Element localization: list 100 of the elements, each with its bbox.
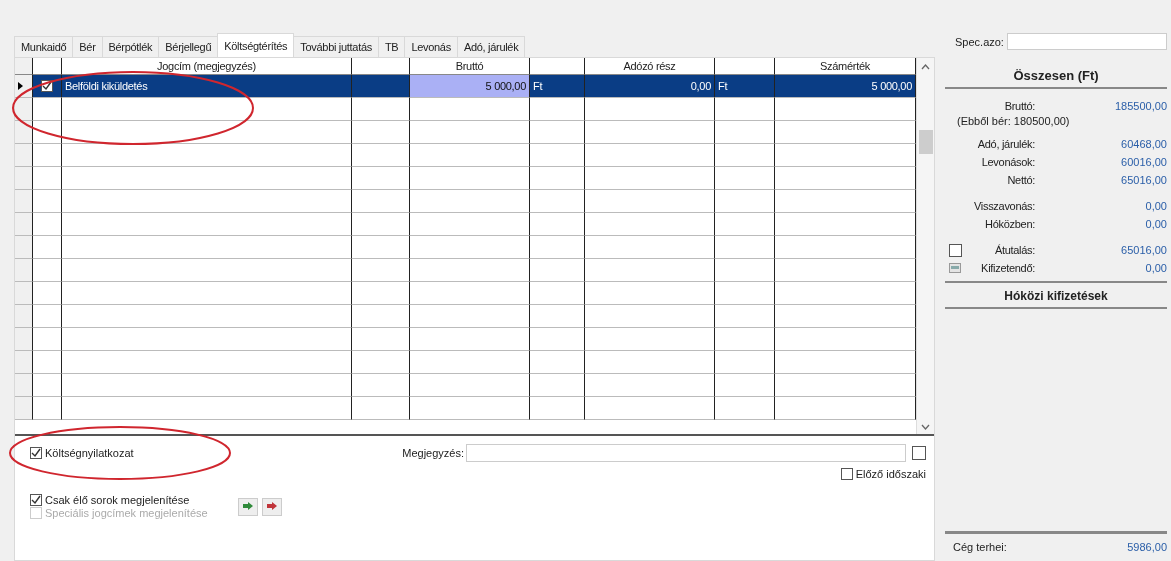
summary-value: 65016,00 bbox=[1120, 244, 1167, 256]
row-header bbox=[15, 259, 33, 282]
summary-value: 0,00 bbox=[1144, 262, 1167, 274]
checkbox[interactable] bbox=[30, 447, 42, 459]
table-cell[interactable]: 5 000,00 bbox=[410, 75, 530, 98]
input-field[interactable] bbox=[466, 444, 906, 462]
table-cell bbox=[530, 259, 585, 282]
summary-label: Visszavonás: bbox=[973, 200, 1035, 212]
row-header bbox=[15, 282, 33, 305]
row-header bbox=[15, 351, 33, 374]
table-cell bbox=[715, 190, 775, 213]
table-cell bbox=[352, 75, 410, 98]
table-cell bbox=[33, 351, 62, 374]
checkbox-label[interactable]: Költségnyilatkozat bbox=[45, 447, 134, 459]
table-cell bbox=[715, 144, 775, 167]
table-cell: Ft bbox=[530, 75, 585, 98]
section-title: Hóközi kifizetések bbox=[945, 283, 1167, 309]
summary-label: Levonások: bbox=[980, 156, 1035, 168]
checkbox-cell[interactable] bbox=[33, 75, 62, 98]
table-cell bbox=[530, 213, 585, 236]
tab[interactable]: Költségtérítés bbox=[217, 33, 295, 57]
summary-value: 0,00 bbox=[1144, 218, 1167, 230]
summary-label: Átutalás: bbox=[993, 244, 1035, 256]
summary-value: 60468,00 bbox=[1120, 138, 1167, 150]
table-cell bbox=[33, 98, 62, 121]
row-header bbox=[15, 144, 33, 167]
add-row-icon[interactable] bbox=[237, 497, 258, 516]
input-field[interactable] bbox=[1006, 33, 1167, 50]
tab[interactable]: Munkaidő bbox=[14, 36, 74, 57]
table-cell bbox=[530, 167, 585, 190]
checkbox-label[interactable]: Csak élő sorok megjelenítése bbox=[45, 494, 190, 506]
summary-value: 0,00 bbox=[1144, 200, 1167, 212]
table-cell bbox=[352, 351, 410, 374]
field-label: Spec.azo: bbox=[955, 35, 1004, 48]
summary-label: Adó, járulék: bbox=[976, 138, 1035, 150]
scrollbar[interactable] bbox=[916, 58, 934, 434]
table-cell bbox=[33, 259, 62, 282]
checkbox[interactable] bbox=[912, 446, 926, 460]
table-cell bbox=[33, 121, 62, 144]
table-cell bbox=[715, 351, 775, 374]
row-header bbox=[15, 328, 33, 351]
summary-value: 185500,00 bbox=[1114, 100, 1167, 112]
remove-row-icon[interactable] bbox=[261, 497, 282, 516]
table-cell bbox=[33, 144, 62, 167]
row-header bbox=[15, 167, 33, 190]
table-cell bbox=[352, 374, 410, 397]
table-cell bbox=[352, 144, 410, 167]
table-cell bbox=[715, 305, 775, 328]
table-cell: Belföldi kiküldetés bbox=[62, 75, 352, 98]
table-cell bbox=[530, 144, 585, 167]
table-cell bbox=[715, 374, 775, 397]
table-cell bbox=[33, 397, 62, 420]
table-cell bbox=[352, 121, 410, 144]
checkbox-label[interactable]: Előző időszaki bbox=[855, 468, 926, 480]
table-cell bbox=[352, 167, 410, 190]
table-cell bbox=[352, 328, 410, 351]
checkbox[interactable] bbox=[949, 243, 962, 257]
summary-value: 5986,00 bbox=[1127, 541, 1167, 553]
table-cell bbox=[352, 213, 410, 236]
table-cell bbox=[33, 305, 62, 328]
table-cell bbox=[715, 121, 775, 144]
table-cell bbox=[530, 236, 585, 259]
table-cell bbox=[352, 259, 410, 282]
checkmark-icon bbox=[31, 448, 41, 458]
table-cell bbox=[530, 305, 585, 328]
table-cell bbox=[33, 236, 62, 259]
scroll-thumb[interactable] bbox=[918, 130, 933, 154]
table-cell bbox=[715, 236, 775, 259]
table-cell: 5 000,00 bbox=[775, 75, 916, 98]
table-cell bbox=[530, 98, 585, 121]
summary-value: 60016,00 bbox=[1120, 156, 1167, 168]
tab[interactable]: Adó, járulék bbox=[456, 36, 526, 57]
table-cell bbox=[715, 167, 775, 190]
table-cell bbox=[530, 121, 585, 144]
summary-label: Hóközben: bbox=[984, 218, 1035, 230]
table-cell bbox=[33, 328, 62, 351]
table-cell bbox=[530, 351, 585, 374]
checkmark-icon bbox=[42, 81, 52, 91]
table-cell bbox=[33, 190, 62, 213]
table-cell bbox=[33, 282, 62, 305]
table-cell bbox=[33, 213, 62, 236]
table-cell bbox=[33, 374, 62, 397]
summary-note: (Ebből bér: 180500,00) bbox=[957, 115, 1070, 127]
table-cell bbox=[530, 397, 585, 420]
summary-value: 65016,00 bbox=[1120, 174, 1167, 186]
checkbox[interactable] bbox=[30, 494, 42, 506]
table-cell bbox=[530, 190, 585, 213]
section-title: Összesen (Ft) bbox=[945, 66, 1167, 89]
table-cell bbox=[715, 328, 775, 351]
summary-label: Cég terhei: bbox=[953, 541, 1007, 553]
scroll-up-icon[interactable] bbox=[921, 64, 930, 70]
scroll-down-icon[interactable] bbox=[921, 424, 930, 430]
pointer-icon bbox=[18, 82, 23, 90]
row-header bbox=[15, 305, 33, 328]
table-cell bbox=[715, 259, 775, 282]
table-cell bbox=[530, 374, 585, 397]
table-cell bbox=[352, 98, 410, 121]
checkbox[interactable] bbox=[840, 468, 853, 480]
checkmark-icon bbox=[31, 495, 41, 505]
row-header bbox=[15, 236, 33, 259]
